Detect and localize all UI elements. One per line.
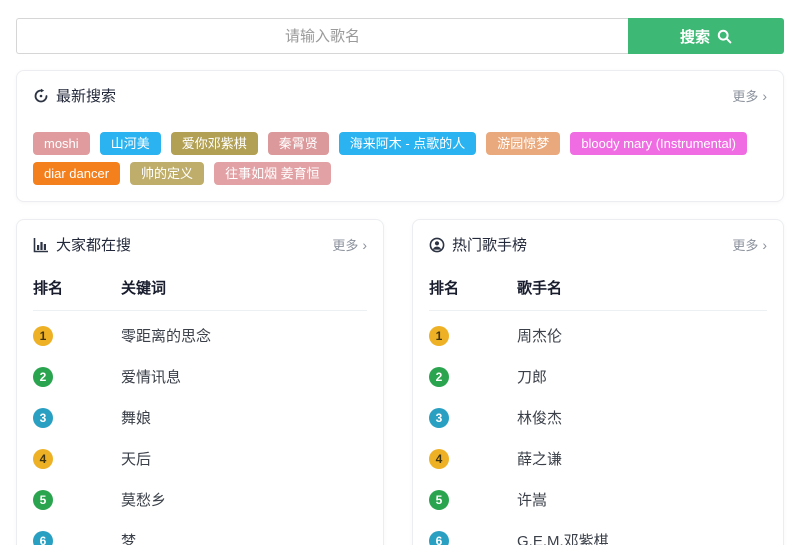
search-button[interactable]: 搜索: [628, 18, 784, 54]
search-bar: 搜索: [16, 18, 784, 54]
rank-badge: 4: [33, 449, 53, 469]
latest-search-tags: moshi 山河美爱你邓紫棋秦霄贤海来阿木 - 点歌的人游园惊梦 bloody ma…: [33, 132, 767, 185]
search-tag[interactable]: 海来阿木 - 点歌的人: [339, 132, 477, 155]
latest-search-title: 最新搜索: [56, 85, 116, 106]
row-label: 林俊杰: [517, 407, 767, 428]
more-label: 更多: [332, 235, 358, 254]
row-label: 许嵩: [517, 489, 767, 510]
hot-singers-more-link[interactable]: 更多 ›: [732, 235, 767, 254]
hot-singers-title: 热门歌手榜: [452, 234, 527, 255]
col-header-keyword: 关键词: [121, 277, 367, 298]
row-label: G.E.M.邓紫棋: [517, 530, 767, 545]
row-label: 爱情讯息: [121, 366, 367, 387]
user-icon: [429, 237, 445, 253]
search-tag[interactable]: 往事如烟 姜育恒: [214, 162, 331, 185]
rank-badge: 1: [429, 326, 449, 346]
latest-search-card: 最新搜索 更多 › moshi 山河美爱你邓紫棋秦霄贤海来阿木 - 点歌的人游园惊…: [16, 70, 784, 202]
row-label: 梦: [121, 530, 367, 545]
hot-keywords-panel: 大家都在搜 更多 › 排名 关键词 1 零距离的思念 2 爱情讯息 3 舞娘 4 天后 5 莫愁乡…: [16, 219, 384, 545]
row-label: 天后: [121, 448, 367, 469]
row-label: 莫愁乡: [121, 489, 367, 510]
search-tag[interactable]: diar dancer: [33, 162, 120, 185]
rank-badge: 1: [33, 326, 53, 346]
rank-badge: 2: [33, 367, 53, 387]
ranking-panels: 大家都在搜 更多 › 排名 关键词 1 零距离的思念 2 爱情讯息 3 舞娘 4 天后 5 莫愁乡…: [16, 219, 784, 545]
search-tag[interactable]: 游园惊梦: [486, 132, 560, 155]
hot-singers-panel: 热门歌手榜 更多 › 排名 歌手名 1 周杰伦 2 刀郎 3 林俊杰 4 薛之谦 5 许嵩 6 G.E…: [412, 219, 784, 545]
row-label: 刀郎: [517, 366, 767, 387]
more-label: 更多: [732, 235, 758, 254]
table-row[interactable]: 2 爱情讯息: [33, 356, 367, 397]
hot-keywords-rows: 1零距离的思念2爱情讯息3舞娘4天后5莫愁乡6梦: [33, 311, 367, 545]
row-label: 舞娘: [121, 407, 367, 428]
search-tag[interactable]: 帅的定义: [130, 162, 204, 185]
table-row[interactable]: 4 天后: [33, 438, 367, 479]
table-row[interactable]: 4 薛之谦: [429, 438, 767, 479]
bar-chart-icon: [33, 237, 49, 253]
col-header-singer: 歌手名: [517, 277, 767, 298]
rank-badge: 6: [429, 531, 449, 545]
table-row[interactable]: 6梦: [33, 520, 367, 545]
col-header-rank: 排名: [429, 277, 517, 298]
col-header-rank: 排名: [33, 277, 121, 298]
search-input[interactable]: [16, 18, 628, 54]
table-row[interactable]: 2 刀郎: [429, 356, 767, 397]
table-row[interactable]: 1 周杰伦: [429, 315, 767, 356]
search-tag[interactable]: bloody mary (Instrumental): [570, 132, 747, 155]
rank-badge: 2: [429, 367, 449, 387]
rank-badge: 5: [33, 490, 53, 510]
search-tag[interactable]: 山河美: [100, 132, 161, 155]
hot-keywords-more-link[interactable]: 更多 ›: [332, 235, 367, 254]
table-row[interactable]: 3 舞娘: [33, 397, 367, 438]
rank-badge: 5: [429, 490, 449, 510]
search-tag[interactable]: 爱你邓紫棋: [171, 132, 258, 155]
table-row[interactable]: 5 许嵩: [429, 479, 767, 520]
hot-keywords-title: 大家都在搜: [56, 234, 131, 255]
row-label: 周杰伦: [517, 325, 767, 346]
table-row[interactable]: 6 G.E.M.邓紫棋: [429, 520, 767, 545]
rank-badge: 4: [429, 449, 449, 469]
rank-badge: 6: [33, 531, 53, 545]
latest-search-title-row: 最新搜索: [33, 85, 116, 106]
rank-badge: 3: [429, 408, 449, 428]
table-row[interactable]: 5 莫愁乡: [33, 479, 367, 520]
history-icon: [33, 88, 49, 104]
row-label: 零距离的思念: [121, 325, 367, 346]
search-tag[interactable]: moshi: [33, 132, 90, 155]
search-button-label: 搜索: [680, 26, 710, 47]
hot-singers-rows: 1 周杰伦 2 刀郎 3 林俊杰 4 薛之谦 5 许嵩 6 G.E.M.邓紫棋: [429, 311, 767, 545]
search-icon: [717, 29, 732, 44]
chevron-right-icon: ›: [362, 238, 367, 252]
rank-badge: 3: [33, 408, 53, 428]
chevron-right-icon: ›: [762, 238, 767, 252]
search-tag[interactable]: 秦霄贤: [268, 132, 329, 155]
latest-search-more-link[interactable]: 更多 ›: [732, 86, 767, 105]
row-label: 薛之谦: [517, 448, 767, 469]
table-row[interactable]: 1 零距离的思念: [33, 315, 367, 356]
table-row[interactable]: 3 林俊杰: [429, 397, 767, 438]
chevron-right-icon: ›: [762, 89, 767, 103]
hot-singers-title-row: 热门歌手榜: [429, 234, 527, 255]
more-label: 更多: [732, 86, 758, 105]
hot-keywords-title-row: 大家都在搜: [33, 234, 131, 255]
